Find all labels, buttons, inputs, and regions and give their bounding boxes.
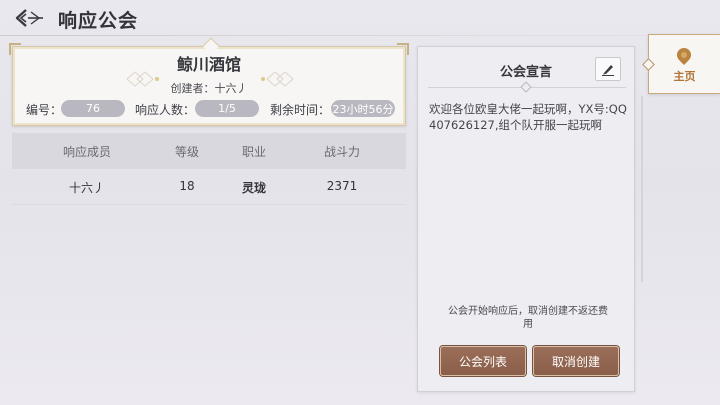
tab-home[interactable]: 主页 xyxy=(648,34,720,94)
declaration-text: 欢迎各位欧皇大佬一起玩啊，YX号:QQ407626127,组个队开服一起玩啊 xyxy=(429,102,627,132)
member-name: 十六丿 xyxy=(68,181,105,195)
guild-list-button[interactable]: 公会列表 xyxy=(440,346,526,376)
responders-value: 1/5 xyxy=(195,100,259,117)
members-table-header: 响应成员 等级 职业 战斗力 xyxy=(12,133,406,169)
guild-home-icon xyxy=(677,48,691,65)
guild-name: 鲸川酒馆 xyxy=(176,55,241,74)
cancel-creation-button[interactable]: 取消创建 xyxy=(533,346,619,376)
guild-creator: 创建者：十六丿 xyxy=(170,82,248,95)
remaining-time-value: 23小时56分 xyxy=(331,100,395,117)
table-row[interactable]: 十六丿 18 灵珑 2371 xyxy=(12,169,406,205)
top-bar: 响应公会 xyxy=(0,0,720,36)
guild-info-card: 鲸川酒馆 创建者：十六丿 编号： 76 响应人数： 1/5 剩余时间： 23小时… xyxy=(9,37,409,126)
scrollbar[interactable] xyxy=(641,96,643,282)
back-arrow-icon xyxy=(15,9,43,27)
pen-icon xyxy=(602,65,614,76)
back-button[interactable] xyxy=(12,4,46,32)
guild-declaration-panel: 公会宣言 欢迎各位欧皇大佬一起玩啊，YX号:QQ407626127,组个队开服一… xyxy=(417,46,635,392)
guild-id-label: 编号： xyxy=(26,103,63,117)
tab-home-label: 主页 xyxy=(673,70,696,83)
column-header-level: 等级 xyxy=(174,145,199,159)
remaining-time-label: 剩余时间： xyxy=(270,103,331,117)
member-power: 2371 xyxy=(326,179,358,193)
member-level: 18 xyxy=(179,179,195,193)
header-divider xyxy=(0,35,720,36)
column-header-class: 职业 xyxy=(241,145,266,159)
responders-label: 响应人数： xyxy=(135,103,196,117)
cancel-warning-text: 公会开始响应后，取消创建不返还费用 xyxy=(448,306,608,330)
edit-declaration-button[interactable] xyxy=(595,57,621,81)
member-class: 灵珑 xyxy=(241,181,266,195)
column-header-member: 响应成员 xyxy=(62,145,111,159)
guild-id-value: 76 xyxy=(61,100,125,117)
page-title: 响应公会 xyxy=(58,10,139,32)
column-header-power: 战斗力 xyxy=(323,145,360,159)
divider-diamond-icon xyxy=(520,81,532,93)
